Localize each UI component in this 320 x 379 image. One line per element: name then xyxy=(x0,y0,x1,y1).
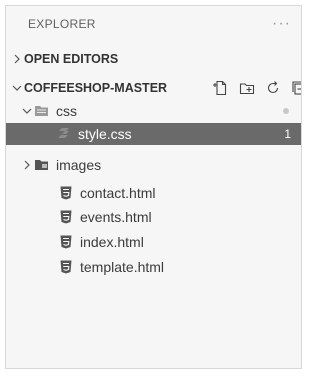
html-file-icon xyxy=(58,259,74,275)
tree-folder-images[interactable]: images xyxy=(6,154,301,176)
chevron-down-icon xyxy=(10,83,24,93)
tree-file-style-css[interactable]: style.css 1 xyxy=(6,123,301,145)
tree-file-contact-html-label: contact.html xyxy=(80,185,156,201)
tree-file-events-html-label: events.html xyxy=(80,209,152,225)
refresh-icon[interactable] xyxy=(265,80,281,96)
project-label: COFFEESHOP-MASTER xyxy=(24,81,168,95)
project-section[interactable]: COFFEESHOP-MASTER xyxy=(6,77,301,99)
modified-dot xyxy=(283,108,289,114)
collapse-all-icon[interactable] xyxy=(291,80,301,96)
explorer-title: EXPLORER xyxy=(28,17,96,31)
problems-badge: 1 xyxy=(284,127,291,141)
tree-folder-css-label: css xyxy=(56,103,77,119)
tree-file-contact-html[interactable]: contact.html xyxy=(6,182,301,204)
folder-open-icon xyxy=(34,103,50,119)
explorer-panel: EXPLORER ··· OPEN EDITORS COFFEESHOP-MAS… xyxy=(5,5,302,369)
explorer-header: EXPLORER ··· xyxy=(6,6,301,42)
new-file-icon[interactable] xyxy=(213,80,229,96)
tree-folder-css[interactable]: css xyxy=(6,100,301,122)
html-file-icon xyxy=(58,234,74,250)
css-file-icon xyxy=(56,126,72,142)
project-actions xyxy=(213,77,301,99)
html-file-icon xyxy=(58,209,74,225)
open-editors-label: OPEN EDITORS xyxy=(24,52,119,66)
open-editors-section[interactable]: OPEN EDITORS xyxy=(6,48,301,70)
tree-file-index-html-label: index.html xyxy=(80,234,144,250)
chevron-right-icon xyxy=(20,160,34,170)
folder-icon xyxy=(34,157,50,173)
chevron-down-icon xyxy=(20,106,34,116)
tree-file-style-css-label: style.css xyxy=(78,126,132,142)
tree-file-index-html[interactable]: index.html xyxy=(6,231,301,253)
html-file-icon xyxy=(58,185,74,201)
chevron-right-icon xyxy=(10,54,24,64)
tree-file-events-html[interactable]: events.html xyxy=(6,206,301,228)
tree-file-template-html-label: template.html xyxy=(80,259,165,275)
tree-file-template-html[interactable]: template.html xyxy=(6,256,301,278)
new-folder-icon[interactable] xyxy=(239,80,255,96)
more-actions-button[interactable]: ··· xyxy=(272,15,291,33)
tree-folder-images-label: images xyxy=(56,157,102,173)
